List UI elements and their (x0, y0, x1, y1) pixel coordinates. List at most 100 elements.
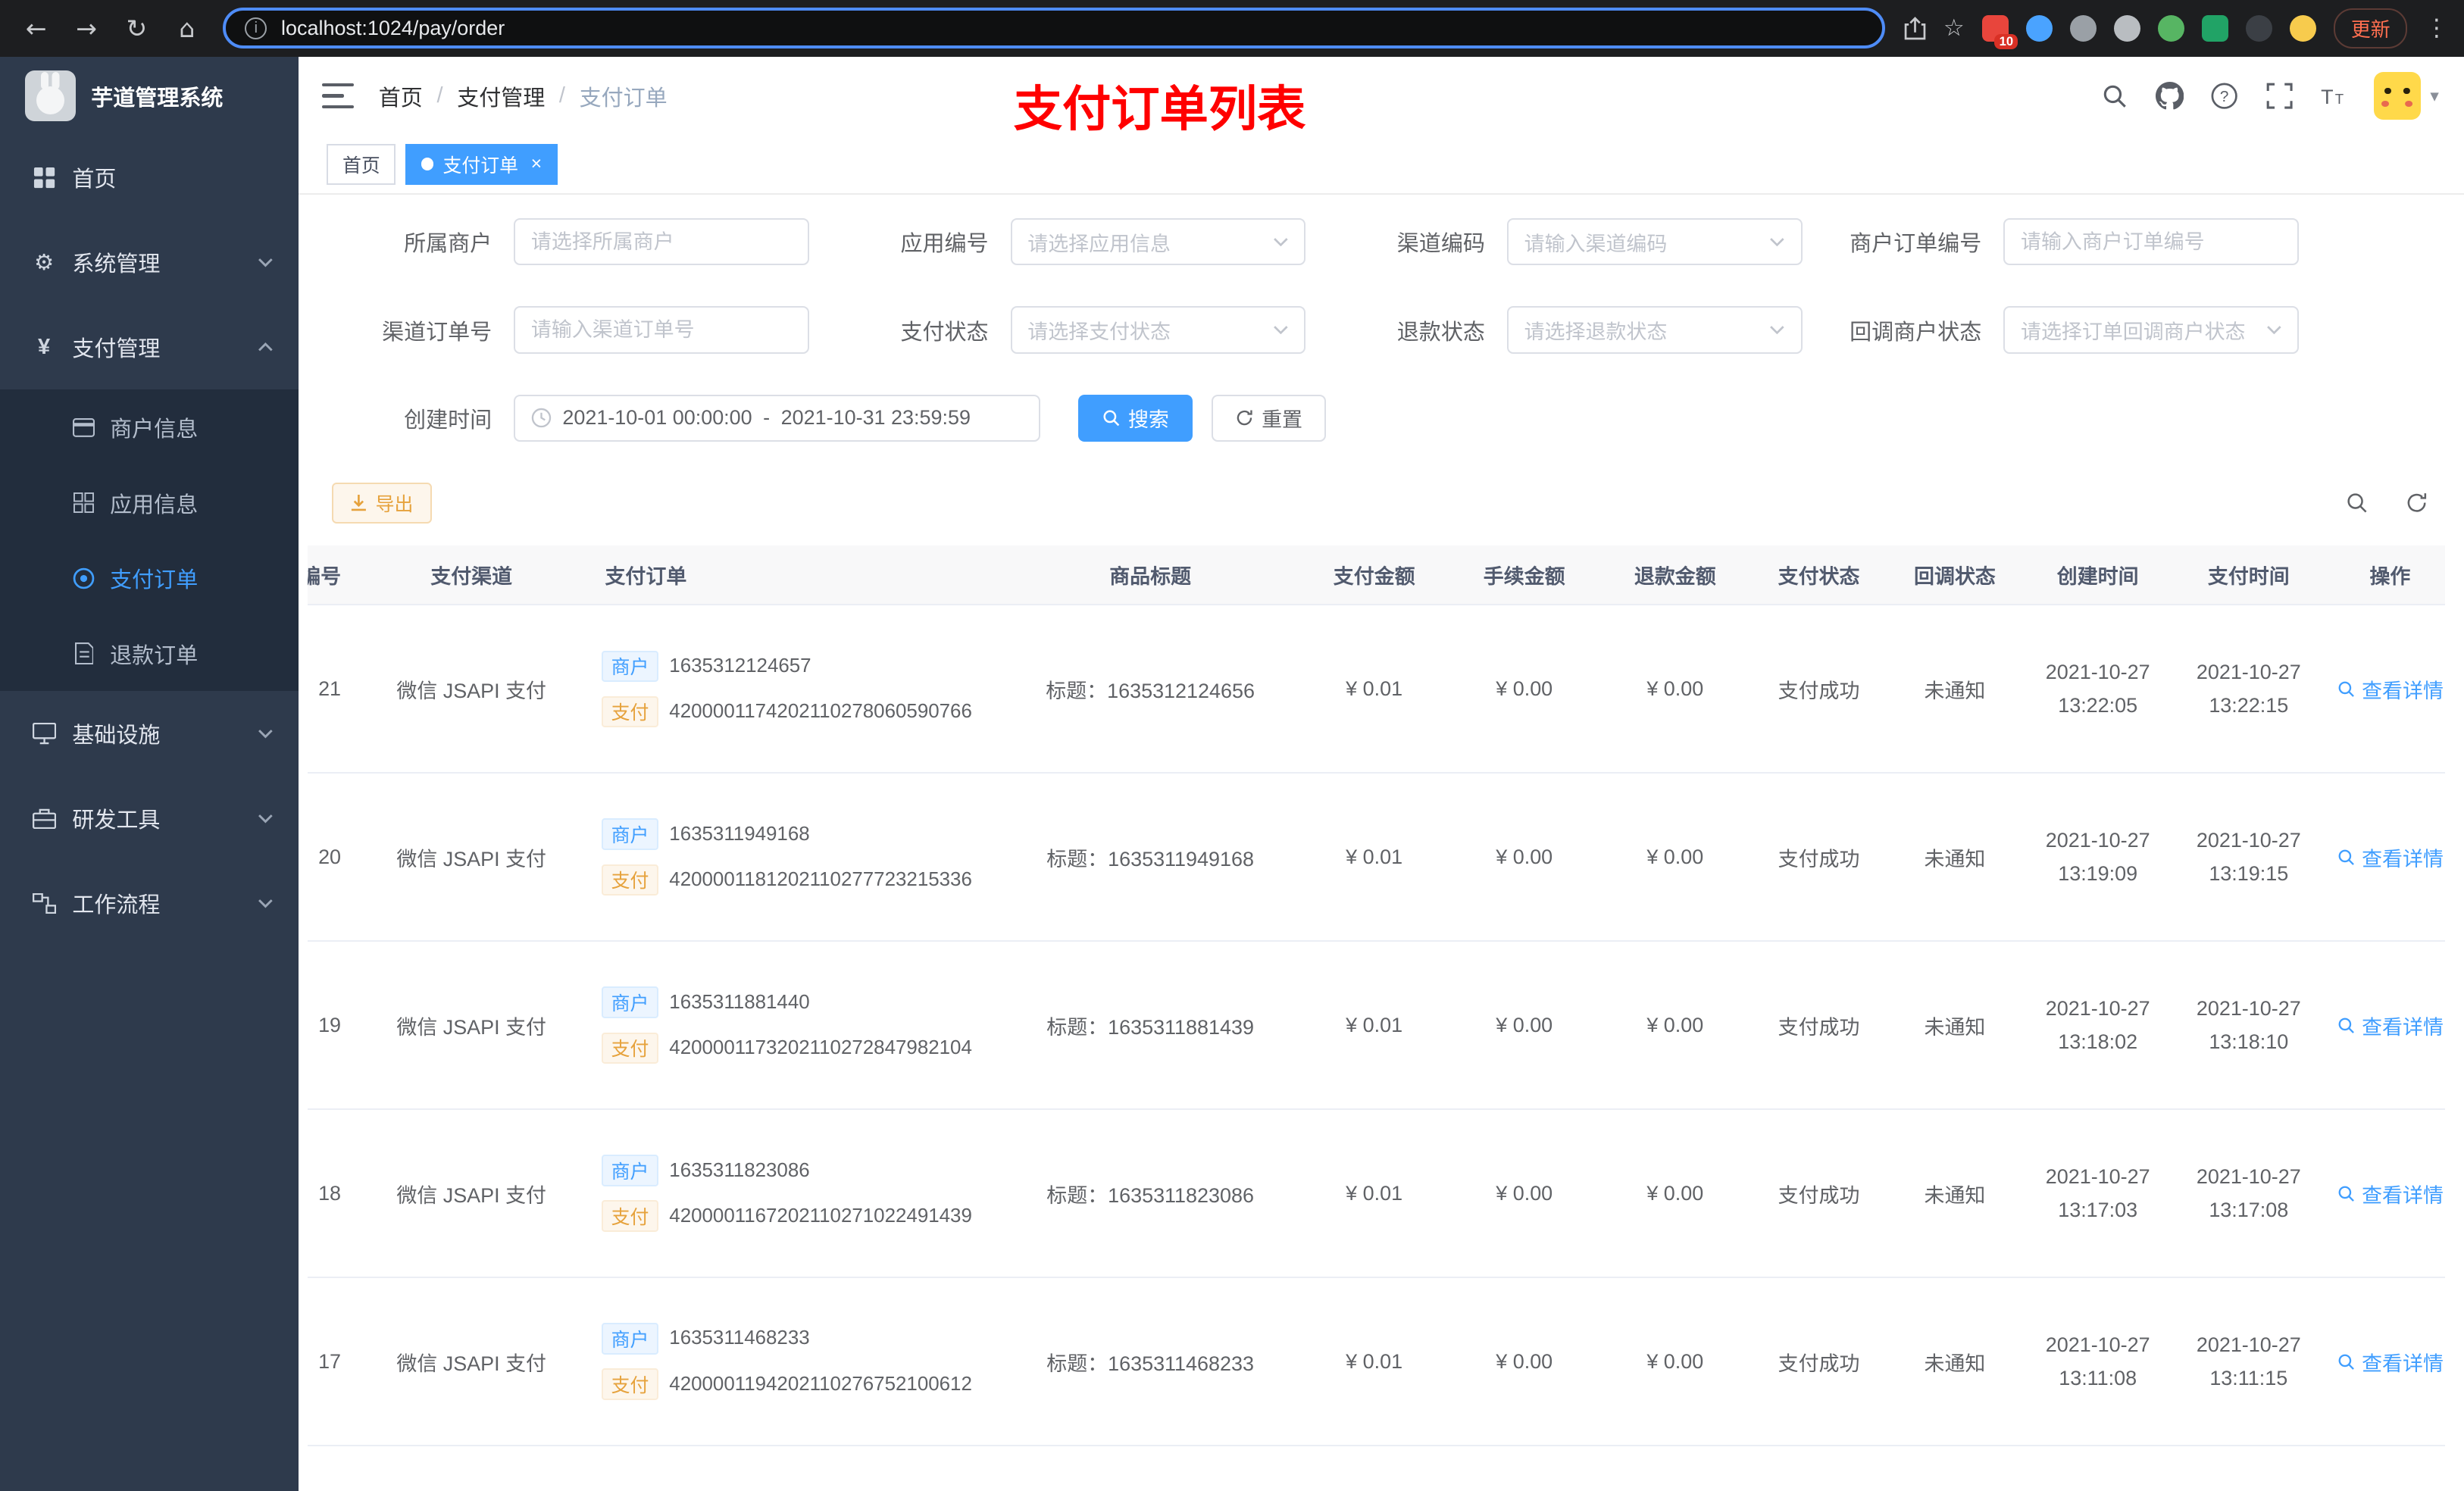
reset-button[interactable]: 重置 (1211, 394, 1327, 442)
refund-status-select[interactable]: 请选择退款状态 (1506, 306, 1803, 354)
cell-channel: 微信 JSAPI 支付 (353, 1109, 589, 1279)
github-icon[interactable] (2153, 80, 2184, 111)
select-placeholder: 请输入渠道编码 (1524, 232, 1668, 255)
extension-icon-pin[interactable] (2245, 14, 2273, 42)
orders-table: 编号 支付渠道 支付订单 商品标题 支付金额 手续金额 退款金额 支付状态 回调… (308, 545, 2446, 1491)
view-detail-link[interactable]: 查看详情 (2337, 842, 2444, 872)
sidebar-item-pay[interactable]: ¥ 支付管理 (0, 305, 299, 389)
sidebar-item-pay-order[interactable]: 支付订单 (0, 540, 299, 616)
tab-pay-order[interactable]: 支付订单 × (405, 143, 558, 185)
callback-status-select[interactable]: 请选择订单回调商户状态 (2003, 306, 2300, 354)
sidebar-item-merchant-info[interactable]: 商户信息 (0, 389, 299, 465)
sidebar-item-refund-order[interactable]: 退款订单 (0, 616, 299, 692)
merchant-input[interactable] (514, 218, 810, 266)
cell-refund-amount: ¥ 0.00 (1599, 941, 1751, 1111)
start-date[interactable]: 2021-10-01 00:00:00 (562, 406, 752, 430)
chevron-down-icon (258, 898, 274, 909)
chevron-down-icon (2266, 324, 2282, 336)
pay-tag: 支付 (602, 1032, 658, 1064)
sidebar-item-dev-tools[interactable]: 研发工具 (0, 776, 299, 861)
col-pay-amount: 支付金额 (1299, 545, 1449, 606)
browser-menu-icon[interactable]: ⋮ (2425, 14, 2448, 42)
sidebar-item-system[interactable]: ⚙ 系统管理 (0, 220, 299, 305)
sidebar-item-home[interactable]: 首页 (0, 135, 299, 220)
extension-icon-green-square[interactable] (2201, 14, 2229, 42)
forward-icon[interactable]: → (66, 8, 107, 48)
export-button[interactable]: 导出 (331, 482, 433, 524)
sidebar-item-infra[interactable]: 基础设施 (0, 691, 299, 776)
merchant-tag: 商户 (602, 986, 658, 1018)
user-menu[interactable]: ▾ (2373, 72, 2439, 120)
share-icon[interactable] (1904, 16, 1926, 40)
cell-pay-time: 2021-10-27 13:18:10 (2173, 941, 2325, 1111)
search-icon[interactable] (2099, 80, 2130, 111)
url-text[interactable]: localhost:1024/pay/order (281, 17, 505, 40)
sidebar-item-label: 退款订单 (110, 643, 199, 668)
extension-icon-gray[interactable] (2069, 14, 2097, 42)
cell-notify-status: 未通知 (1887, 1109, 2023, 1279)
channel-code-label: 渠道编码 (1396, 232, 1485, 257)
sidebar-item-app-info[interactable]: 应用信息 (0, 465, 299, 541)
breadcrumb-pay[interactable]: 支付管理 (457, 80, 545, 112)
col-id: 编号 (308, 545, 354, 606)
cell-title: 标题：1635312124656 (1001, 605, 1300, 774)
toolbox-icon (31, 806, 56, 831)
end-date[interactable]: 2021-10-31 23:59:59 (781, 406, 971, 430)
bookmark-star-icon[interactable]: ☆ (1943, 14, 1965, 42)
view-detail-link[interactable]: 查看详情 (2337, 1179, 2444, 1208)
cell-channel: 微信 JSAPI 支付 (353, 773, 589, 942)
pay-status-select[interactable]: 请选择支付状态 (1010, 306, 1306, 354)
extension-icon-smiley[interactable] (2290, 14, 2317, 42)
search-button[interactable]: 搜索 (1077, 394, 1193, 442)
app-id-select[interactable]: 请选择应用信息 (1010, 218, 1306, 266)
refresh-table-icon[interactable] (2401, 487, 2432, 518)
extension-icon-red[interactable]: 10 (1981, 14, 2018, 50)
cell-id: 18 (308, 1109, 354, 1279)
reload-icon[interactable]: ↻ (116, 8, 157, 48)
screen: ← → ↻ ⌂ i localhost:1024/pay/order ☆ 10 … (0, 0, 2464, 1491)
view-detail-link[interactable]: 查看详情 (2337, 1347, 2444, 1377)
help-icon[interactable]: ? (2209, 80, 2240, 111)
font-size-icon[interactable]: TT (2319, 80, 2350, 111)
svg-text:?: ? (2220, 88, 2229, 105)
channel-order-no-input[interactable] (514, 306, 810, 354)
extension-icon-lightgray[interactable] (2113, 14, 2141, 42)
fullscreen-icon[interactable] (2264, 80, 2295, 111)
pay-order-no: 4200001174202110278060590766 (669, 700, 972, 722)
cell-refund-amount: ¥ 0.00 (1599, 1277, 1751, 1446)
home-icon[interactable]: ⌂ (167, 8, 208, 48)
cell-title: 标题：1635311949168 (1001, 773, 1300, 942)
tab-home[interactable]: 首页 (327, 143, 396, 185)
pay-tag: 支付 (602, 695, 658, 728)
page-annotation: 支付订单列表 (1013, 82, 1306, 137)
create-time-range-picker[interactable]: 2021-10-01 00:00:00 - 2021-10-31 23:59:5… (514, 394, 1040, 442)
toggle-search-icon[interactable] (2341, 487, 2372, 518)
breadcrumb-home[interactable]: 首页 (379, 80, 423, 112)
merchant-order-no: 1635312124657 (669, 655, 811, 677)
active-dot (421, 158, 434, 171)
sidebar-item-label: 支付管理 (72, 337, 161, 362)
cell-title: 标题：1635311881439 (1001, 941, 1300, 1111)
cell-actions: 查看详情 (2324, 773, 2446, 942)
extension-icon-green-check[interactable] (2157, 14, 2185, 42)
cell-pay-order: 商户1635311357362 (589, 1445, 1002, 1491)
view-detail-link[interactable]: 查看详情 (2337, 1011, 2444, 1040)
view-detail-link[interactable]: 查看详情 (2337, 674, 2444, 704)
table-row: 17 微信 JSAPI 支付 商户 1635311468233 支付 4200001… (308, 1277, 2446, 1446)
extension-icon-blue[interactable] (2025, 14, 2053, 42)
back-icon[interactable]: ← (16, 8, 57, 48)
address-bar[interactable]: i localhost:1024/pay/order (223, 8, 1886, 49)
sidebar-toggle-icon[interactable] (322, 83, 354, 109)
channel-code-select[interactable]: 请输入渠道编码 (1506, 218, 1803, 266)
cell-create-time: 2021-10-27 13:19:09 (2022, 773, 2174, 942)
site-info-icon[interactable]: i (245, 17, 267, 39)
breadcrumb-current: 支付订单 (579, 86, 668, 111)
cell-actions: 查看详情 (2324, 605, 2446, 774)
orders-table-container[interactable]: 编号 支付渠道 支付订单 商品标题 支付金额 手续金额 退款金额 支付状态 回调… (308, 545, 2446, 1491)
browser-update-button[interactable]: 更新 (2334, 8, 2408, 49)
cell-pay-amount: ¥ 0.01 (1299, 1109, 1449, 1279)
close-icon[interactable]: × (531, 153, 543, 175)
cell-channel: 微信 JSAPI 支付 (353, 605, 589, 774)
merchant-order-no-input[interactable] (2003, 218, 2300, 266)
sidebar-item-workflow[interactable]: 工作流程 (0, 861, 299, 946)
